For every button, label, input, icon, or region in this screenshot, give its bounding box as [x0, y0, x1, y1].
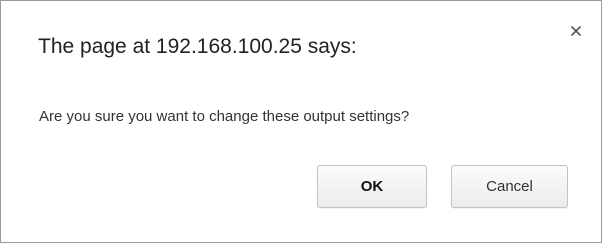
dialog-message: Are you sure you want to change these ou…	[39, 108, 410, 125]
ok-button[interactable]: OK	[317, 165, 427, 208]
close-icon	[571, 26, 581, 36]
close-button[interactable]	[566, 21, 586, 41]
cancel-button[interactable]: Cancel	[451, 165, 568, 208]
confirm-dialog: The page at 192.168.100.25 says: Are you…	[0, 0, 602, 243]
dialog-title: The page at 192.168.100.25 says:	[38, 35, 357, 58]
